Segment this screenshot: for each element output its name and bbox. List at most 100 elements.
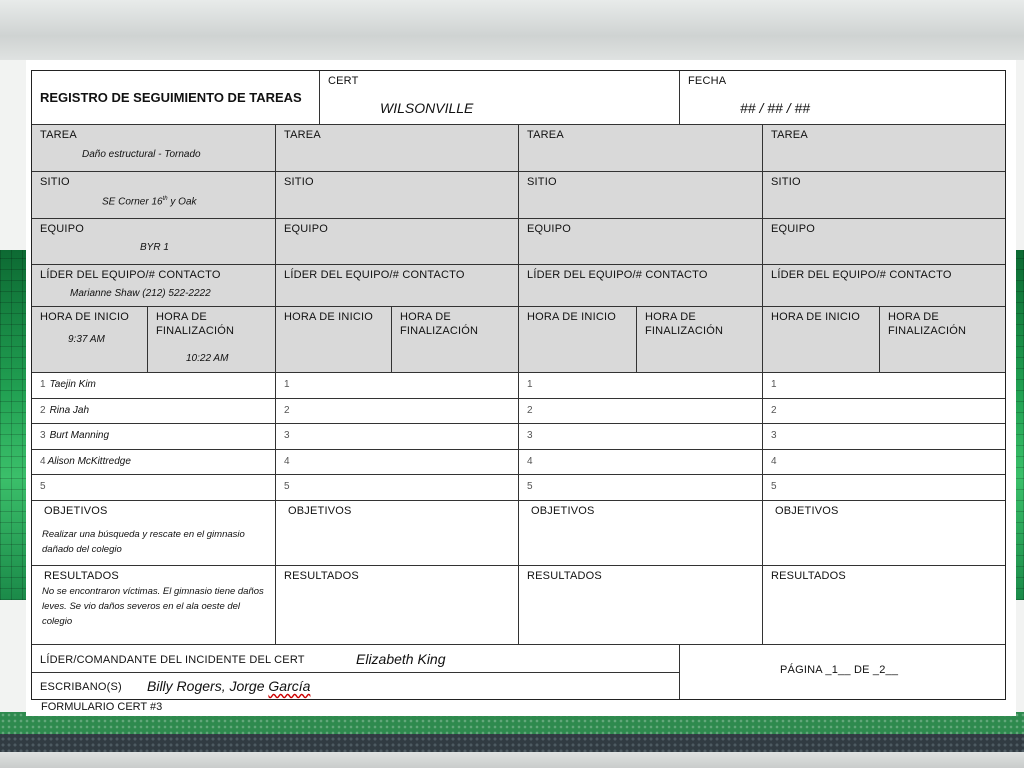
sitio-label: SITIO	[771, 176, 801, 188]
tarea-cell-3[interactable]: TAREA	[519, 125, 763, 172]
lider-label: LÍDER DEL EQUIPO/# CONTACTO	[284, 269, 465, 281]
lider-label: LÍDER DEL EQUIPO/# CONTACTO	[40, 269, 221, 281]
hora-inicio-cell-1[interactable]: HORA DE INICIO 9:37 AM	[32, 307, 148, 373]
form-title-cell: REGISTRO DE SEGUIMIENTO DE TAREAS	[32, 71, 320, 125]
hora-fin-cell-3[interactable]: HORA DE FINALIZACIÓN	[637, 307, 763, 373]
hora-fin-cell-1[interactable]: HORA DE FINALIZACIÓN 10:22 AM	[148, 307, 276, 373]
tarea-label: TAREA	[284, 129, 321, 141]
hora-fin-label: HORA DE FINALIZACIÓN	[156, 311, 235, 337]
page-number-cell: PÁGINA _1__ DE _2__	[680, 645, 1005, 699]
commander-cell[interactable]: LÍDER/COMANDANTE DEL INCIDENTE DEL CERT …	[32, 645, 680, 673]
resultados-cell-2[interactable]: RESULTADOS	[276, 566, 519, 645]
objetivos-label: OBJETIVOS	[44, 505, 108, 517]
cert-value: WILSONVILLE	[380, 100, 474, 116]
member-row-2-col-4[interactable]: 2	[763, 399, 1005, 424]
resultados-value: No se encontraron víctimas. El gimnasio …	[42, 586, 264, 627]
objetivos-label: OBJETIVOS	[531, 505, 595, 517]
member-row-1-col-4[interactable]: 1	[763, 373, 1005, 399]
member-row-4-col-4[interactable]: 4	[763, 450, 1005, 475]
hora-inicio-cell-2[interactable]: HORA DE INICIO	[276, 307, 392, 373]
member-row-1-col-1[interactable]: 1 Taejin Kim	[32, 373, 276, 399]
resultados-label: RESULTADOS	[527, 570, 602, 582]
sitio-label: SITIO	[527, 176, 557, 188]
lider-cell-1[interactable]: LÍDER DEL EQUIPO/# CONTACTO Marianne Sha…	[32, 265, 276, 307]
objetivos-cell-1[interactable]: OBJETIVOS Realizar una búsqueda y rescat…	[32, 501, 276, 566]
member-row-4-col-1[interactable]: 4 Alison McKittredge	[32, 450, 276, 475]
objetivos-cell-4[interactable]: OBJETIVOS	[763, 501, 1005, 566]
sitio-cell-3[interactable]: SITIO	[519, 172, 763, 219]
hora-fin-cell-2[interactable]: HORA DE FINALIZACIÓN	[392, 307, 519, 373]
member-row-2-col-3[interactable]: 2	[519, 399, 763, 424]
member-row-5-col-4[interactable]: 5	[763, 475, 1005, 501]
member-row-3-col-4[interactable]: 3	[763, 424, 1005, 450]
sitio-label: SITIO	[40, 176, 70, 188]
hora-fin-label: HORA DE FINALIZACIÓN	[645, 311, 724, 337]
sitio-cell-1[interactable]: SITIO SE Corner 16th y Oak	[32, 172, 276, 219]
equipo-cell-4[interactable]: EQUIPO	[763, 219, 1005, 265]
sitio-value: SE Corner 16th y Oak	[102, 196, 197, 208]
member-row-3-col-1[interactable]: 3 Burt Manning	[32, 424, 276, 450]
task-tracking-form: REGISTRO DE SEGUIMIENTO DE TAREAS CERT W…	[31, 70, 1006, 700]
resultados-cell-3[interactable]: RESULTADOS	[519, 566, 763, 645]
lider-cell-3[interactable]: LÍDER DEL EQUIPO/# CONTACTO	[519, 265, 763, 307]
tarea-cell-1[interactable]: TAREA Daño estructural - Tornado	[32, 125, 276, 172]
objetivos-cell-2[interactable]: OBJETIVOS	[276, 501, 519, 566]
equipo-cell-1[interactable]: EQUIPO BYR 1	[32, 219, 276, 265]
hora-inicio-cell-3[interactable]: HORA DE INICIO	[519, 307, 637, 373]
lider-value: Marianne Shaw (212) 522-2222	[70, 288, 211, 299]
tarea-cell-2[interactable]: TAREA	[276, 125, 519, 172]
member-row-3-col-3[interactable]: 3	[519, 424, 763, 450]
equipo-label: EQUIPO	[40, 223, 84, 235]
lider-label: LÍDER DEL EQUIPO/# CONTACTO	[771, 269, 952, 281]
sitio-label: SITIO	[284, 176, 314, 188]
equipo-cell-2[interactable]: EQUIPO	[276, 219, 519, 265]
lider-cell-2[interactable]: LÍDER DEL EQUIPO/# CONTACTO	[276, 265, 519, 307]
fecha-cell[interactable]: FECHA ## / ## / ##	[680, 71, 1005, 125]
hora-inicio-label: HORA DE INICIO	[771, 311, 860, 323]
sitio-cell-4[interactable]: SITIO	[763, 172, 1005, 219]
equipo-label: EQUIPO	[527, 223, 571, 235]
background-top	[0, 0, 1024, 60]
form-id: FORMULARIO CERT #3	[41, 701, 163, 713]
member-row-2-col-1[interactable]: 2 Rina Jah	[32, 399, 276, 424]
tarea-label: TAREA	[527, 129, 564, 141]
equipo-cell-3[interactable]: EQUIPO	[519, 219, 763, 265]
background-bottom-stripe	[0, 752, 1024, 768]
scribe-label: ESCRIBANO(S)	[40, 681, 122, 693]
member-row-4-col-3[interactable]: 4	[519, 450, 763, 475]
tarea-value: Daño estructural - Tornado	[82, 149, 201, 160]
hora-fin-value: 10:22 AM	[186, 353, 229, 364]
equipo-label: EQUIPO	[284, 223, 328, 235]
resultados-cell-1[interactable]: RESULTADOS No se encontraron víctimas. E…	[32, 566, 276, 645]
resultados-label: RESULTADOS	[44, 570, 119, 582]
objetivos-value: Realizar una búsqueda y rescate en el gi…	[42, 529, 245, 555]
commander-label: LÍDER/COMANDANTE DEL INCIDENTE DEL CERT	[40, 654, 305, 666]
cert-cell[interactable]: CERT WILSONVILLE	[320, 71, 680, 125]
page-number: PÁGINA _1__ DE _2__	[780, 664, 899, 676]
hora-inicio-label: HORA DE INICIO	[527, 311, 616, 323]
hora-fin-cell-4[interactable]: HORA DE FINALIZACIÓN	[880, 307, 1005, 373]
member-row-1-col-3[interactable]: 1	[519, 373, 763, 399]
tarea-cell-4[interactable]: TAREA	[763, 125, 1005, 172]
member-row-5-col-3[interactable]: 5	[519, 475, 763, 501]
member-row-2-col-2[interactable]: 2	[276, 399, 519, 424]
lider-cell-4[interactable]: LÍDER DEL EQUIPO/# CONTACTO	[763, 265, 1005, 307]
scribe-cell[interactable]: ESCRIBANO(S) Billy Rogers, Jorge García	[32, 673, 680, 699]
objetivos-label: OBJETIVOS	[775, 505, 839, 517]
objetivos-cell-3[interactable]: OBJETIVOS	[519, 501, 763, 566]
form-title: REGISTRO DE SEGUIMIENTO DE TAREAS	[40, 90, 302, 105]
lider-label: LÍDER DEL EQUIPO/# CONTACTO	[527, 269, 708, 281]
commander-value: Elizabeth King	[356, 651, 446, 667]
resultados-cell-4[interactable]: RESULTADOS	[763, 566, 1005, 645]
equipo-label: EQUIPO	[771, 223, 815, 235]
member-row-3-col-2[interactable]: 3	[276, 424, 519, 450]
member-row-4-col-2[interactable]: 4	[276, 450, 519, 475]
hora-inicio-cell-4[interactable]: HORA DE INICIO	[763, 307, 880, 373]
member-row-5-col-1[interactable]: 5	[32, 475, 276, 501]
resultados-label: RESULTADOS	[284, 570, 359, 582]
member-row-5-col-2[interactable]: 5	[276, 475, 519, 501]
hora-inicio-value: 9:37 AM	[68, 334, 105, 345]
member-row-1-col-2[interactable]: 1	[276, 373, 519, 399]
sitio-cell-2[interactable]: SITIO	[276, 172, 519, 219]
hora-fin-label: HORA DE FINALIZACIÓN	[888, 311, 967, 337]
